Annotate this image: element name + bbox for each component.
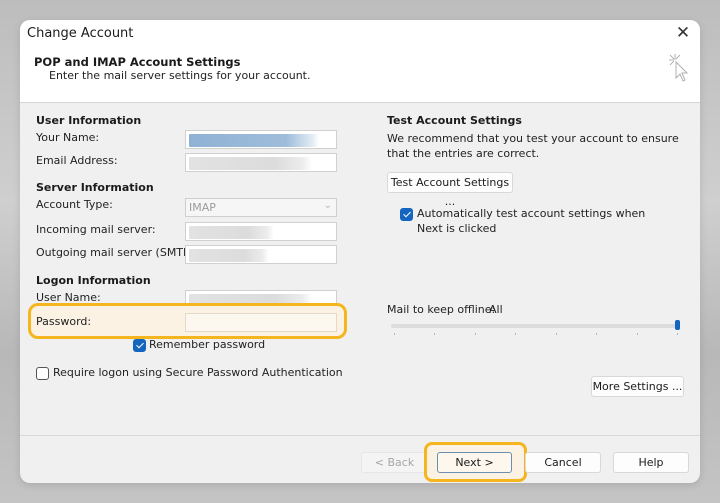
your-name-input[interactable]: [185, 130, 337, 149]
test-account-settings-button[interactable]: Test Account Settings ...: [387, 172, 513, 208]
more-settings-button[interactable]: More Settings ...: [591, 376, 684, 397]
account-type-value: IMAP: [189, 201, 216, 214]
test-settings-description: We recommend that you test your account …: [387, 132, 679, 160]
account-type-select[interactable]: IMAP ⌄: [185, 198, 337, 217]
email-label: Email Address:: [36, 154, 118, 167]
incoming-server-label: Incoming mail server:: [36, 223, 156, 236]
cursor-click-icon: [669, 54, 689, 82]
account-type-label: Account Type:: [36, 198, 113, 211]
slider-tick: [394, 333, 395, 335]
your-name-label: Your Name:: [36, 131, 100, 144]
close-icon[interactable]: ✕: [674, 24, 692, 42]
dialog-header: Change Account ✕ POP and IMAP Account Se…: [20, 20, 700, 103]
slider-tick: [677, 333, 678, 335]
remember-password-label: Remember password: [149, 338, 266, 351]
next-button[interactable]: Next >: [437, 452, 512, 473]
slider-tick: [636, 333, 638, 335]
slider-thumb[interactable]: [675, 320, 680, 330]
page-subtitle: Enter the mail server settings for your …: [49, 69, 311, 82]
outgoing-server-input[interactable]: [185, 245, 337, 264]
footer-divider: [20, 435, 700, 436]
help-button[interactable]: Help: [613, 452, 689, 473]
auto-test-checkbox[interactable]: [400, 208, 413, 221]
spa-checkbox[interactable]: [36, 367, 49, 380]
password-input[interactable]: [185, 313, 337, 332]
outgoing-server-label: Outgoing mail server (SMTP):: [36, 246, 198, 259]
password-label: Password:: [36, 315, 92, 328]
incoming-server-input[interactable]: [185, 222, 337, 241]
user-info-heading: User Information: [36, 114, 142, 127]
slider-tick: [596, 333, 598, 335]
test-settings-heading: Test Account Settings: [387, 114, 522, 127]
page-title: POP and IMAP Account Settings: [34, 55, 241, 69]
slider-tick: [434, 333, 436, 335]
window-title: Change Account: [27, 26, 134, 41]
cancel-button[interactable]: Cancel: [525, 452, 601, 473]
mail-offline-slider[interactable]: [391, 324, 678, 328]
auto-test-label: Automatically test account settings when…: [417, 207, 646, 235]
slider-tick: [474, 333, 476, 335]
slider-tick: [555, 333, 557, 335]
email-input[interactable]: [185, 153, 337, 172]
mail-offline-value: All: [489, 303, 503, 316]
remember-password-checkbox[interactable]: [133, 339, 146, 352]
server-info-heading: Server Information: [36, 181, 154, 194]
chevron-down-icon: ⌄: [323, 200, 332, 211]
change-account-dialog: Change Account ✕ POP and IMAP Account Se…: [20, 20, 700, 483]
mail-offline-label: Mail to keep offline:: [387, 303, 496, 316]
back-button[interactable]: < Back: [361, 452, 428, 473]
logon-info-heading: Logon Information: [36, 274, 151, 287]
spa-label: Require logon using Secure Password Auth…: [53, 366, 343, 379]
slider-tick: [515, 333, 517, 335]
